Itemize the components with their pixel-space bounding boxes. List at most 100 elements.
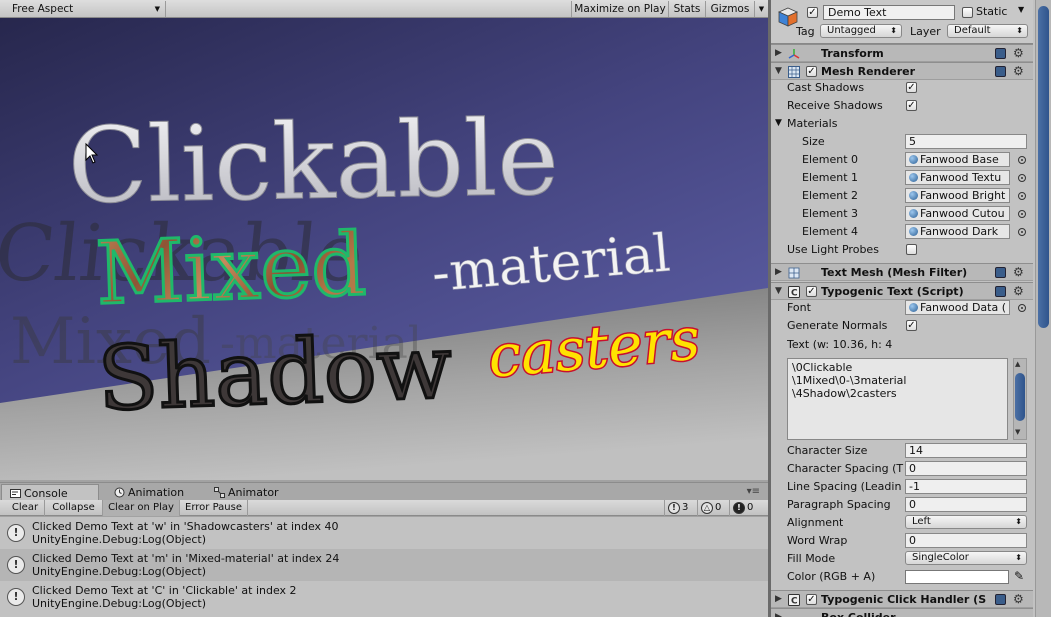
info-icon: ! <box>668 502 680 514</box>
scroll-down-icon[interactable]: ▼ <box>1015 428 1020 436</box>
aspect-dropdown[interactable]: Free Aspect ▼ <box>4 1 166 17</box>
component-box-collider[interactable]: ▶ Box Collider <box>771 608 1033 617</box>
console-log-list: ! Clicked Demo Text at 'w' in 'Shadowcas… <box>0 517 768 617</box>
expanded-arrow-icon[interactable]: ▼ <box>775 283 782 300</box>
material-field[interactable]: Fanwood Bright <box>905 188 1010 203</box>
text-area[interactable]: \0Clickable \1Mixed\0-\3material \4Shado… <box>787 358 1008 440</box>
static-dropdown-icon[interactable]: ▼ <box>1018 5 1024 14</box>
error-pause-button[interactable]: Error Pause <box>180 500 248 516</box>
material-icon <box>909 173 918 182</box>
collapsed-arrow-icon[interactable]: ▶ <box>775 609 782 617</box>
word-wrap-field[interactable]: 0 <box>905 533 1027 548</box>
object-picker-icon[interactable] <box>1018 228 1026 236</box>
layer-dropdown[interactable]: Default ⬍ <box>947 24 1028 38</box>
log-entry[interactable]: ! Clicked Demo Text at 'm' in 'Mixed-mat… <box>0 549 768 581</box>
receive-shadows-checkbox[interactable]: ✓ <box>906 100 917 111</box>
help-book-icon[interactable] <box>995 594 1006 605</box>
gear-icon[interactable]: ⚙ <box>1013 264 1024 281</box>
scrollbar-thumb[interactable] <box>1015 373 1025 421</box>
scene-text-clickable[interactable]: Clickable <box>66 96 560 228</box>
eyedropper-icon[interactable]: ✎ <box>1014 569 1024 583</box>
component-typogenic-text[interactable]: ▼ C ✓ Typogenic Text (Script) ⚙ <box>771 282 1033 300</box>
help-book-icon[interactable] <box>995 66 1006 77</box>
material-name: Fanwood Bright <box>920 189 1006 202</box>
error-count-toggle[interactable]: ! 0 <box>729 500 763 516</box>
maximize-on-play-button[interactable]: Maximize on Play <box>571 1 668 17</box>
scene-text-shadow[interactable]: Shadow <box>95 314 455 432</box>
font-field[interactable]: Fanwood Data ( <box>905 300 1010 315</box>
object-picker-icon[interactable] <box>1018 156 1026 164</box>
material-field[interactable]: Fanwood Textu <box>905 170 1010 185</box>
component-enabled-checkbox[interactable]: ✓ <box>806 286 817 297</box>
static-checkbox[interactable] <box>962 7 973 18</box>
scrollbar-thumb[interactable] <box>1038 6 1049 328</box>
object-picker-icon[interactable] <box>1018 210 1026 218</box>
scene-text-mixed[interactable]: Mixed <box>93 213 369 325</box>
material-field[interactable]: Fanwood Cutou <box>905 206 1010 221</box>
tag-label: Tag <box>796 25 815 38</box>
gear-icon[interactable]: ⚙ <box>1013 63 1024 80</box>
collapsed-arrow-icon[interactable]: ▶ <box>775 591 782 608</box>
game-view[interactable]: Clickable Mixed -material Clickable Mixe… <box>0 18 768 480</box>
tag-dropdown[interactable]: Untagged ⬍ <box>820 24 902 38</box>
collapsed-arrow-icon[interactable]: ▶ <box>775 264 782 281</box>
tab-animation[interactable]: Animation <box>106 484 202 501</box>
transform-icon <box>788 49 800 59</box>
log-entry[interactable]: ! Clicked Demo Text at 'w' in 'Shadowcas… <box>0 517 768 549</box>
scroll-up-icon[interactable]: ▲ <box>1015 360 1020 368</box>
component-mesh-renderer[interactable]: ▼ ✓ Mesh Renderer ⚙ <box>771 62 1033 80</box>
materials-size-field[interactable]: 5 <box>905 134 1027 149</box>
warning-count-toggle[interactable]: △ 0 <box>697 500 729 516</box>
tab-animator[interactable]: Animator <box>206 484 296 501</box>
info-icon: ! <box>7 556 25 574</box>
aspect-label: Free Aspect <box>12 3 74 15</box>
help-book-icon[interactable] <box>995 286 1006 297</box>
gizmos-button[interactable]: Gizmos <box>705 1 754 17</box>
gear-icon[interactable]: ⚙ <box>1013 283 1024 300</box>
collapse-button[interactable]: Collapse <box>45 500 103 516</box>
active-checkbox[interactable]: ✓ <box>807 7 818 18</box>
alignment-dropdown[interactable]: Left ⬍ <box>905 515 1027 529</box>
log-stacktrace: UnityEngine.Debug:Log(Object) <box>32 597 207 610</box>
character-spacing-field[interactable]: 0 <box>905 461 1027 476</box>
tab-console[interactable]: Console <box>1 484 99 501</box>
clear-on-play-button[interactable]: Clear on Play <box>103 500 180 516</box>
component-click-handler[interactable]: ▶ C ✓ Typogenic Click Handler (S ⚙ <box>771 590 1033 608</box>
paragraph-spacing-field[interactable]: 0 <box>905 497 1027 512</box>
gear-icon[interactable]: ⚙ <box>1013 591 1024 608</box>
materials-foldout[interactable]: Materials <box>787 117 837 131</box>
component-transform[interactable]: ▶ Transform ⚙ <box>771 44 1033 62</box>
material-field[interactable]: Fanwood Dark <box>905 224 1010 239</box>
log-entry[interactable]: ! Clicked Demo Text at 'C' in 'Clickable… <box>0 581 768 613</box>
collapsed-arrow-icon[interactable]: ▶ <box>775 45 782 62</box>
line-spacing-field[interactable]: -1 <box>905 479 1027 494</box>
object-picker-icon[interactable] <box>1018 174 1026 182</box>
gizmos-dropdown-icon[interactable]: ▼ <box>754 1 768 17</box>
inspector-scrollbar[interactable] <box>1035 0 1051 617</box>
fill-mode-dropdown[interactable]: SingleColor ⬍ <box>905 551 1027 565</box>
object-picker-icon[interactable] <box>1018 304 1026 312</box>
info-count-toggle[interactable]: ! 3 <box>664 500 697 516</box>
component-enabled-checkbox[interactable]: ✓ <box>806 66 817 77</box>
alignment-value: Left <box>912 516 931 527</box>
help-book-icon[interactable] <box>995 48 1006 59</box>
object-picker-icon[interactable] <box>1018 192 1026 200</box>
component-enabled-checkbox[interactable]: ✓ <box>806 594 817 605</box>
cast-shadows-checkbox[interactable]: ✓ <box>906 82 917 93</box>
clear-button[interactable]: Clear <box>6 500 45 516</box>
expanded-arrow-icon[interactable]: ▼ <box>775 118 782 128</box>
expanded-arrow-icon[interactable]: ▼ <box>775 63 782 80</box>
text-area-scrollbar[interactable]: ▲ ▼ <box>1013 358 1027 440</box>
generate-normals-checkbox[interactable]: ✓ <box>906 320 917 331</box>
panel-menu-icon[interactable]: ▾≡ <box>747 486 760 497</box>
use-light-probes-checkbox[interactable] <box>906 244 917 255</box>
object-name-field[interactable]: Demo Text <box>823 5 955 20</box>
color-field[interactable] <box>905 570 1009 584</box>
prop-label: Element 1 <box>802 171 859 184</box>
gear-icon[interactable]: ⚙ <box>1013 45 1024 62</box>
help-book-icon[interactable] <box>995 267 1006 278</box>
material-field[interactable]: Fanwood Base <box>905 152 1010 167</box>
character-size-field[interactable]: 14 <box>905 443 1027 458</box>
stats-button[interactable]: Stats <box>668 1 705 17</box>
component-text-mesh[interactable]: ▶ Text Mesh (Mesh Filter) ⚙ <box>771 263 1033 281</box>
